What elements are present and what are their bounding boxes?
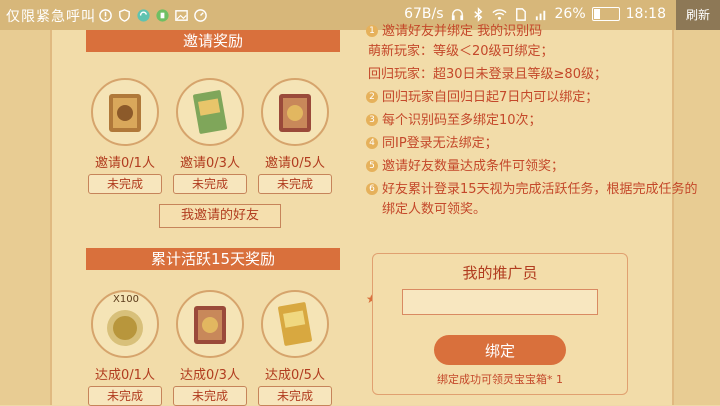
rule-number-icon: 1 xyxy=(366,25,378,37)
rule-item: 萌新玩家：等级＜20级可绑定； xyxy=(368,44,554,59)
network-speed: 67B/s xyxy=(404,6,444,22)
battery-icon xyxy=(591,7,620,21)
rule-item: 4 同IP登录无法绑定； xyxy=(366,134,698,154)
invite-rewards-title: 邀请奖励 xyxy=(86,30,340,52)
rule-number-icon: 4 xyxy=(366,137,378,149)
signal-icon xyxy=(535,10,545,20)
bind-reward-tip: 绑定成功可领灵宝宝箱* 1 xyxy=(437,373,563,386)
active-reward-2: 达成0/3人 未完成 xyxy=(170,290,250,406)
promoter-box: 我的推广员 绑定 绑定成功可领灵宝宝箱* 1 xyxy=(372,253,628,395)
active-rewards-title: 累计活跃15天奖励 xyxy=(86,248,340,270)
reward-status-button[interactable]: 未完成 xyxy=(258,386,332,406)
promoter-code-input[interactable] xyxy=(402,289,598,315)
rule-number-icon: 2 xyxy=(366,91,378,103)
carrier-text: 仅限紧急呼叫 xyxy=(6,9,96,25)
left-decor-border xyxy=(0,30,50,405)
reward-label: 邀请0/1人 xyxy=(95,156,155,171)
app-icon xyxy=(156,9,169,22)
my-invited-friends-button[interactable]: 我邀请的好友 xyxy=(159,204,281,228)
treasure-book-icon[interactable] xyxy=(176,78,244,146)
speedometer-icon xyxy=(194,9,207,22)
image-icon xyxy=(175,10,188,21)
merit-medal-icon[interactable]: X100 xyxy=(91,290,159,358)
status-right: 67B/s 26% 18:18 xyxy=(404,6,666,22)
chest-icon[interactable] xyxy=(176,290,244,358)
chest-icon[interactable] xyxy=(91,78,159,146)
shield-icon xyxy=(119,9,130,22)
sync-icon xyxy=(137,9,150,22)
rule-item: 2 回归玩家自回归日起7日内可以绑定； xyxy=(366,88,698,108)
warning-icon xyxy=(99,9,112,22)
treasure-book-icon[interactable] xyxy=(261,290,329,358)
rule-item: 回归玩家：超30日未登录且等级≥80级； xyxy=(368,67,607,82)
invite-reward-2: 邀请0/3人 未完成 xyxy=(170,78,250,194)
reward-status-button[interactable]: 未完成 xyxy=(88,174,162,194)
reward-label: 邀请0/5人 xyxy=(265,156,325,171)
chest-icon[interactable] xyxy=(261,78,329,146)
bind-button[interactable]: 绑定 xyxy=(434,335,566,365)
reward-status-button[interactable]: 未完成 xyxy=(258,174,332,194)
reward-status-button[interactable]: 未完成 xyxy=(173,174,247,194)
notification-icons xyxy=(98,8,208,23)
reward-status-button[interactable]: 未完成 xyxy=(173,386,247,406)
rule-number-icon: 6 xyxy=(366,183,378,195)
active-reward-1: X100 达成0/1人 未完成 xyxy=(85,290,165,406)
rule-number-icon: 5 xyxy=(366,160,378,172)
reward-label: 邀请0/3人 xyxy=(180,156,240,171)
rule-number-icon: 3 xyxy=(366,114,378,126)
wifi-icon xyxy=(491,8,507,20)
reward-label: 达成0/5人 xyxy=(265,368,325,383)
active-reward-3: 达成0/5人 未完成 xyxy=(255,290,335,406)
rule-item: 6 好友累计登录15天视为完成活跃任务，根据完成任务的绑定人数可领奖。 xyxy=(366,180,698,220)
headphones-icon xyxy=(451,8,463,20)
battery-percent: 26% xyxy=(554,6,586,22)
invite-reward-3: 邀请0/5人 未完成 xyxy=(255,78,335,194)
clock-time: 18:18 xyxy=(625,6,666,22)
rule-item: 5 邀请好友数量达成条件可领奖； xyxy=(366,157,698,177)
rule-item: 3 每个识别码至多绑定10次； xyxy=(366,111,698,131)
rule-item: 1 邀请好友并绑定 我的识别码 xyxy=(366,22,698,42)
rules-list: 1 邀请好友并绑定 我的识别码 萌新玩家：等级＜20级可绑定； 回归玩家：超30日… xyxy=(366,22,698,223)
bluetooth-icon xyxy=(473,6,482,22)
sim-icon xyxy=(515,7,526,21)
invite-reward-1: 邀请0/1人 未完成 xyxy=(85,78,165,194)
reward-label: 达成0/3人 xyxy=(180,368,240,383)
reward-status-button[interactable]: 未完成 xyxy=(88,386,162,406)
reward-quantity-badge: X100 xyxy=(113,294,139,305)
promoter-title: 我的推广员 xyxy=(462,264,538,282)
reward-label: 达成0/1人 xyxy=(95,368,155,383)
